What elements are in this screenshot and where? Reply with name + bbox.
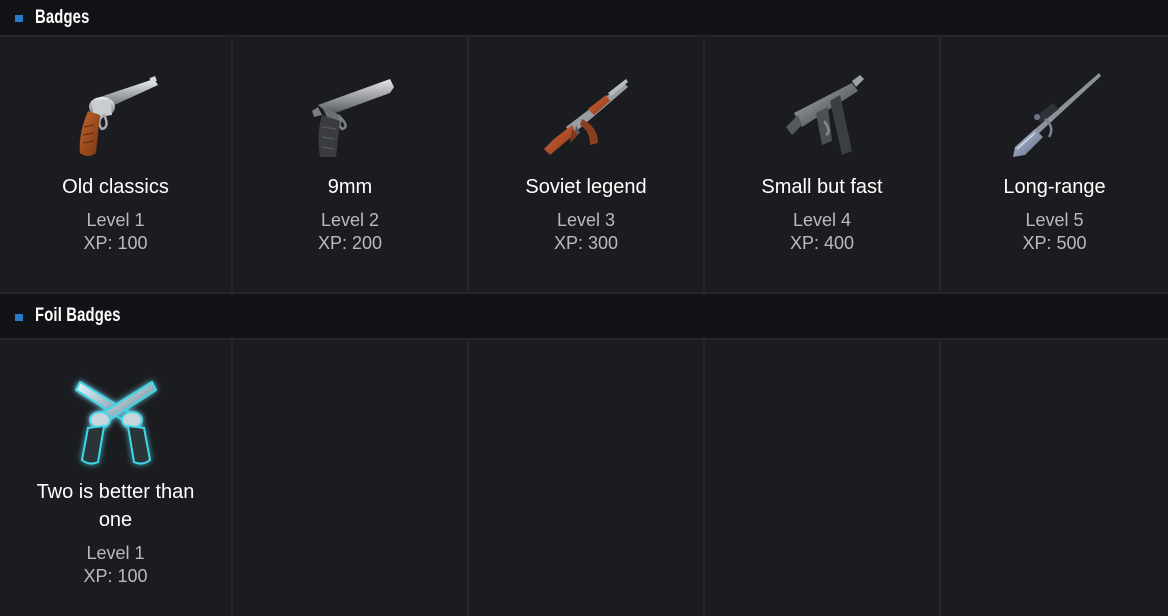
badge-level: Level 2 (320, 210, 380, 230)
badge-xp: XP: 200 (317, 233, 383, 253)
foil-section-header: Foil Badges (0, 294, 1168, 340)
badge-name: 9mm (327, 176, 373, 198)
badge-card[interactable]: Two is better than one Level 1 XP: 100 (0, 340, 233, 616)
badges-section: Badges Old classics Level 1 XP: 100 9mm … (0, 0, 1168, 294)
assault-rifle-icon (544, 79, 628, 155)
badge-level: Level 5 (1025, 210, 1084, 230)
badge-xp: XP: 100 (83, 233, 148, 253)
foil-badges-grid: Two is better than one Level 1 XP: 100 (0, 340, 1168, 616)
badge-xp: XP: 400 (789, 233, 855, 253)
revolver-icon (79, 76, 158, 156)
section-title: Badges (35, 6, 90, 28)
section-bullet-icon (15, 313, 23, 321)
section-title: Foil Badges (35, 305, 121, 326)
badges-grid: Old classics Level 1 XP: 100 9mm Level 2… (0, 37, 1168, 294)
badge-card[interactable]: Small but fast Level 4 XP: 400 (705, 37, 941, 294)
badge-name: Two is better than one (36, 481, 195, 531)
badge-card[interactable]: Old classics Level 1 XP: 100 (0, 37, 233, 294)
badge-level: Level 4 (792, 210, 852, 230)
badge-card[interactable]: Long-range Level 5 XP: 500 (941, 37, 1168, 294)
badge-name: Small but fast (761, 176, 883, 198)
empty-badge-slot (705, 340, 941, 616)
empty-badge-slot (469, 340, 705, 616)
badge-name: Old classics (62, 176, 169, 198)
empty-badge-slot (233, 340, 469, 616)
section-bullet-icon (15, 15, 23, 22)
foil-badges-section: Foil Badges Two is better than one Level… (0, 294, 1168, 616)
badge-level: Level 1 (86, 543, 145, 563)
empty-badge-slot (941, 340, 1168, 616)
badge-level: Level 3 (556, 210, 616, 230)
badge-xp: XP: 500 (1022, 233, 1087, 253)
pistol-icon (312, 79, 394, 157)
badge-level: Level 1 (86, 210, 145, 230)
badge-name: Soviet legend (525, 176, 647, 198)
badge-xp: XP: 300 (553, 233, 619, 253)
badge-card[interactable]: Soviet legend Level 3 XP: 300 (469, 37, 705, 294)
crossed-revolvers-icon (74, 380, 157, 465)
badge-card[interactable]: 9mm Level 2 XP: 200 (233, 37, 469, 294)
sniper-rifle-icon (1012, 73, 1101, 157)
badge-xp: XP: 100 (83, 566, 148, 586)
badges-section-header: Badges (0, 0, 1168, 37)
badge-name: Long-range (1003, 176, 1106, 198)
submachine-gun-icon (786, 75, 864, 155)
